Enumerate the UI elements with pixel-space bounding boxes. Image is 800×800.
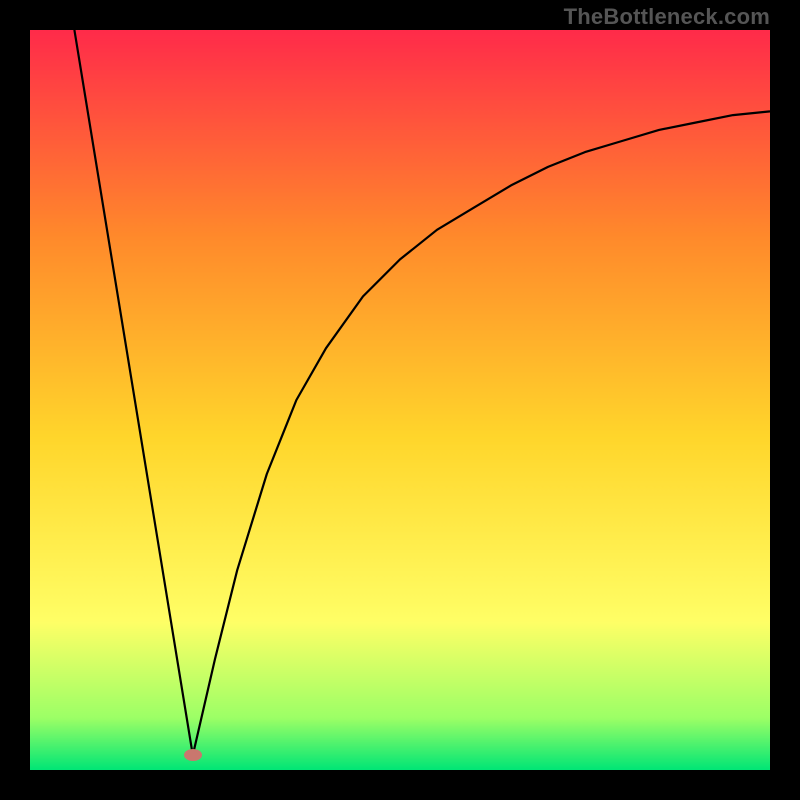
plot-area bbox=[30, 30, 770, 770]
bottleneck-curve bbox=[74, 30, 770, 755]
watermark-text: TheBottleneck.com bbox=[564, 4, 770, 30]
minimum-marker bbox=[184, 749, 202, 761]
curve-layer bbox=[30, 30, 770, 770]
chart-container: TheBottleneck.com bbox=[0, 0, 800, 800]
